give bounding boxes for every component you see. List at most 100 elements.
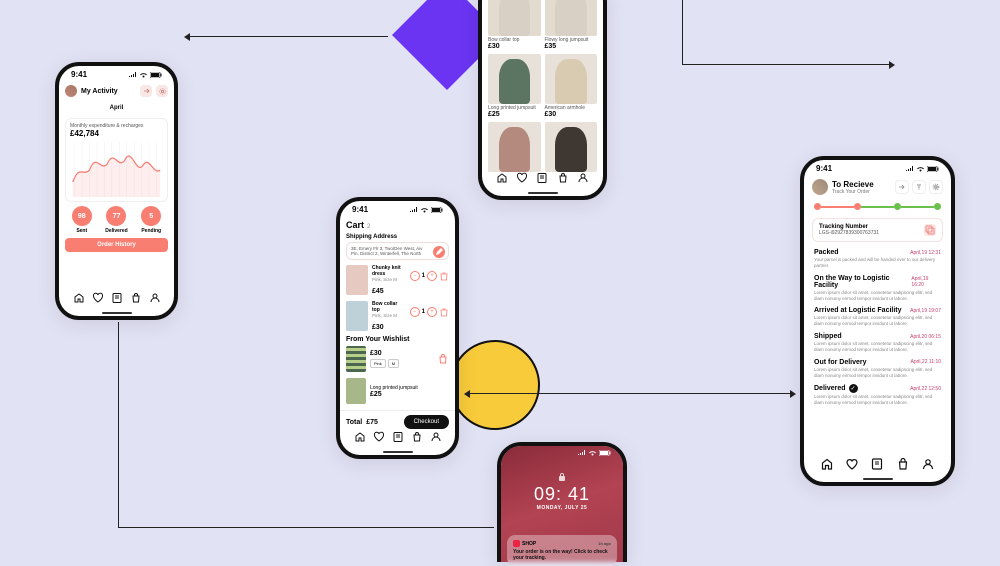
product-card[interactable]: American armhole£30 xyxy=(545,54,598,118)
share-button[interactable] xyxy=(895,180,909,194)
step-name: On the Way to Logistic Facility xyxy=(814,275,911,289)
pencil-icon xyxy=(433,246,445,258)
qty-minus-button[interactable]: − xyxy=(410,307,420,317)
wishlist-item: Long printed jumpsuit £25 xyxy=(340,375,455,407)
qty-minus-button[interactable]: − xyxy=(410,271,420,281)
trash-icon[interactable] xyxy=(439,271,449,281)
product-card[interactable]: Long printed jumpsuit£25 xyxy=(488,54,541,118)
month-selector[interactable]: April xyxy=(59,101,174,115)
wishlist-image[interactable] xyxy=(346,378,366,404)
nav-home[interactable] xyxy=(494,170,510,186)
qty-plus-button[interactable]: + xyxy=(427,271,437,281)
step-desc: Lorem ipsum dolor sit amet, consetetur s… xyxy=(814,367,941,379)
bottom-nav xyxy=(340,423,455,451)
product-card[interactable]: Bow collar top£30 xyxy=(488,0,541,50)
stats-row: 98Sent 77Delivered 5 Pending xyxy=(65,206,168,234)
nav-home[interactable] xyxy=(71,290,87,306)
nav-home[interactable] xyxy=(819,456,835,472)
share-icon xyxy=(143,88,150,95)
shipping-address-card: 3E, Emery Flr 3, Two/Den West, Aiv Pin, … xyxy=(346,242,449,260)
nav-orders[interactable] xyxy=(390,429,406,445)
push-notification[interactable]: SHOP 1h ago Your order is on the way! Cl… xyxy=(507,535,617,566)
phone-lockscreen: 09: 41 MONDAY, JULY 25 SHOP 1h ago Your … xyxy=(497,442,627,562)
stat-pending[interactable]: 5 Pending xyxy=(141,206,161,234)
wifi-icon xyxy=(420,207,429,213)
avatar[interactable] xyxy=(812,179,828,195)
bag-icon xyxy=(437,353,449,365)
step-name: Packed xyxy=(814,249,839,256)
bag-icon xyxy=(411,431,423,443)
add-to-cart-button[interactable] xyxy=(437,353,449,365)
nav-account[interactable] xyxy=(428,429,444,445)
order-history-button[interactable]: Order History xyxy=(65,238,168,252)
nav-cart[interactable] xyxy=(128,290,144,306)
nav-orders[interactable] xyxy=(534,170,550,186)
home-icon xyxy=(354,431,366,443)
product-image xyxy=(488,0,541,36)
nav-orders[interactable] xyxy=(109,290,125,306)
nav-cart[interactable] xyxy=(409,429,425,445)
product-card[interactable]: Flowy long jumpsuit£35 xyxy=(545,0,598,50)
nav-cart[interactable] xyxy=(895,456,911,472)
stat-label: Pending xyxy=(141,228,161,234)
arrow-activity-to-diamond xyxy=(190,36,388,37)
expenditure-card: Monthly expenditure & recharges £42,784 xyxy=(65,118,168,202)
cart-item-image[interactable] xyxy=(346,301,368,331)
wishlist-image[interactable] xyxy=(346,346,366,372)
share-button[interactable] xyxy=(140,85,152,97)
nav-wishlist[interactable] xyxy=(844,456,860,472)
product-price: £30 xyxy=(488,43,541,50)
progress-dot xyxy=(854,203,861,210)
phone-catalog: Bow collar top£30 Flowy long jumpsuit£35… xyxy=(478,0,607,200)
nav-cart[interactable] xyxy=(555,170,571,186)
product-price: £30 xyxy=(545,111,598,118)
nav-account[interactable] xyxy=(147,290,163,306)
app-icon xyxy=(513,540,520,547)
home-indicator xyxy=(863,478,893,480)
connector-v2 xyxy=(118,322,119,527)
arrow-to-right-1 xyxy=(682,64,889,65)
receipt-icon xyxy=(536,172,548,184)
nav-account[interactable] xyxy=(920,456,936,472)
battery-icon xyxy=(599,450,611,456)
step-timestamp: April,22 12:50 xyxy=(910,386,941,392)
tracking-subtitle: Track Your Order xyxy=(832,189,874,195)
bag-icon xyxy=(130,292,142,304)
lock-clock: 09: 41 MONDAY, JULY 25 xyxy=(501,458,623,511)
qty-plus-button[interactable]: + xyxy=(427,307,437,317)
nav-wishlist[interactable] xyxy=(371,429,387,445)
user-icon xyxy=(921,457,935,471)
edit-address-button[interactable] xyxy=(433,246,445,258)
nav-wishlist[interactable] xyxy=(514,170,530,186)
nav-account[interactable] xyxy=(575,170,591,186)
step-name: Shipped xyxy=(814,333,842,340)
avatar[interactable] xyxy=(65,85,77,97)
chip[interactable]: M xyxy=(388,359,399,368)
settings-button[interactable] xyxy=(929,180,943,194)
cart-item-image[interactable] xyxy=(346,265,368,295)
cart-count: 2 xyxy=(367,224,370,230)
bottom-nav xyxy=(482,164,603,192)
filter-button[interactable] xyxy=(912,180,926,194)
stat-sent[interactable]: 98Sent xyxy=(72,206,92,234)
stat-delivered[interactable]: 77Delivered xyxy=(105,206,128,234)
nav-home[interactable] xyxy=(352,429,368,445)
stat-label: Sent xyxy=(72,228,92,234)
progress-dot xyxy=(814,203,821,210)
progress-segment xyxy=(821,206,854,208)
bottom-nav xyxy=(804,450,951,478)
tracking-step: On the Way to Logistic FacilityApril,19 … xyxy=(804,272,951,305)
copy-button[interactable] xyxy=(924,224,936,236)
nav-orders[interactable] xyxy=(869,456,885,472)
app-name: SHOP xyxy=(522,541,536,547)
trash-icon[interactable] xyxy=(439,307,449,317)
cart-header: Cart 2 xyxy=(340,216,455,232)
chip[interactable]: Pink xyxy=(370,359,386,368)
bag-icon xyxy=(896,457,910,471)
product-image xyxy=(545,54,598,104)
wifi-icon xyxy=(588,450,597,456)
settings-button[interactable] xyxy=(156,85,168,97)
stat-value: 5 xyxy=(141,206,161,226)
nav-wishlist[interactable] xyxy=(90,290,106,306)
step-name: Delivered xyxy=(814,385,846,392)
